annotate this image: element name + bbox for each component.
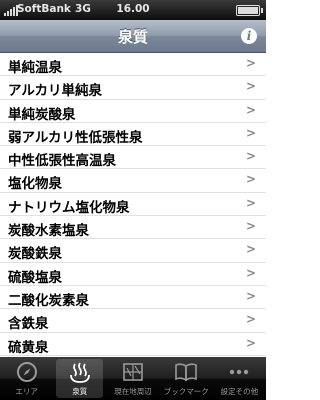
tab-spring-quality-label: 泉質 (72, 387, 88, 396)
list-item-label: 塩化物泉 (8, 176, 62, 193)
list-item[interactable]: 二酸化炭素泉 > (0, 286, 266, 310)
list-item[interactable]: 硫黄泉 > (0, 333, 266, 356)
tab-bookmark[interactable]: ブックマーク (160, 357, 213, 400)
tab-bar: エリア 泉質 現在地周辺 ブックマーク 設定その他 (0, 357, 266, 400)
chevron-right-icon: > (245, 288, 256, 303)
navigation-bar: 泉質 i (0, 20, 266, 53)
tab-bookmark-label: ブックマーク (163, 387, 209, 396)
info-icon[interactable]: i (241, 28, 257, 44)
chevron-right-icon: > (245, 125, 256, 140)
tab-area[interactable]: エリア (0, 357, 53, 400)
list-item-label: 硫酸塩泉 (8, 269, 62, 286)
list-item[interactable]: アルカリ単純泉 > (0, 76, 266, 100)
status-bar: SoftBank 3G 16.00 (0, 0, 266, 20)
chevron-right-icon: > (245, 219, 256, 234)
list-item-label: 単純温泉 (8, 60, 62, 76)
clock: 16.00 (116, 3, 150, 15)
chevron-right-icon: > (245, 195, 256, 210)
map-icon (123, 363, 143, 381)
compass-icon (16, 362, 37, 382)
chevron-right-icon: > (245, 312, 256, 327)
list-item-label: 炭酸水素塩泉 (8, 223, 89, 240)
list-item-label: 含鉄泉 (8, 316, 49, 333)
tab-nearby[interactable]: 現在地周辺 (106, 357, 159, 400)
list-item-label: 硫黄泉 (8, 339, 49, 356)
list-item-label: アルカリ単純泉 (8, 83, 102, 100)
tab-settings-label: 設定その他 (220, 387, 259, 396)
chevron-right-icon: > (245, 335, 256, 350)
battery-icon (236, 5, 263, 16)
tab-area-label: エリア (15, 387, 38, 396)
hot-spring-icon (69, 362, 90, 383)
tab-nearby-label: 現在地周辺 (114, 387, 152, 396)
chevron-right-icon: > (245, 102, 256, 117)
list-item[interactable]: 硫酸塩泉 > (0, 263, 266, 286)
chevron-right-icon: > (245, 79, 256, 94)
page-title: 泉質 (117, 28, 148, 46)
list-item-label: 二酸化炭素泉 (8, 292, 89, 309)
chevron-right-icon: > (245, 265, 256, 280)
list-item-label: 中性低張性高温泉 (8, 153, 116, 170)
list-item[interactable]: 中性低張性高温泉 > (0, 146, 266, 170)
tab-settings[interactable]: 設定その他 (213, 357, 266, 400)
list-item-label: 単純炭酸泉 (8, 106, 76, 123)
list-item[interactable]: 単純温泉 > (0, 53, 266, 77)
tab-spring-quality[interactable]: 泉質 (53, 357, 106, 400)
list-item-label: 炭酸鉄泉 (8, 246, 62, 263)
chevron-right-icon: > (245, 242, 256, 257)
list-item[interactable]: 弱アルカリ性低張性泉 > (0, 123, 266, 147)
list-item[interactable]: 炭酸水素塩泉 > (0, 216, 266, 240)
list-item-label: 弱アルカリ性低張性泉 (8, 129, 143, 146)
list-item[interactable]: 単純炭酸泉 > (0, 100, 266, 123)
list-item[interactable]: ナトリウム塩化物泉 > (0, 193, 266, 217)
book-icon (175, 363, 198, 382)
list-item[interactable]: 炭酸鉄泉 > (0, 239, 266, 263)
chevron-right-icon: > (245, 172, 256, 187)
spring-type-list: 単純温泉 > アルカリ単純泉 > 単純炭酸泉 > 弱アルカリ性低張性泉 > 中性低張性高温泉 > 塩… (0, 53, 266, 357)
chevron-right-icon: > (245, 149, 256, 164)
list-item[interactable]: 塩化物泉 > (0, 169, 266, 193)
list-item-label: ナトリウム塩化物泉 (8, 199, 130, 216)
more-icon (230, 369, 249, 375)
list-item[interactable]: 含鉄泉 > (0, 309, 266, 333)
chevron-right-icon: > (245, 56, 256, 70)
